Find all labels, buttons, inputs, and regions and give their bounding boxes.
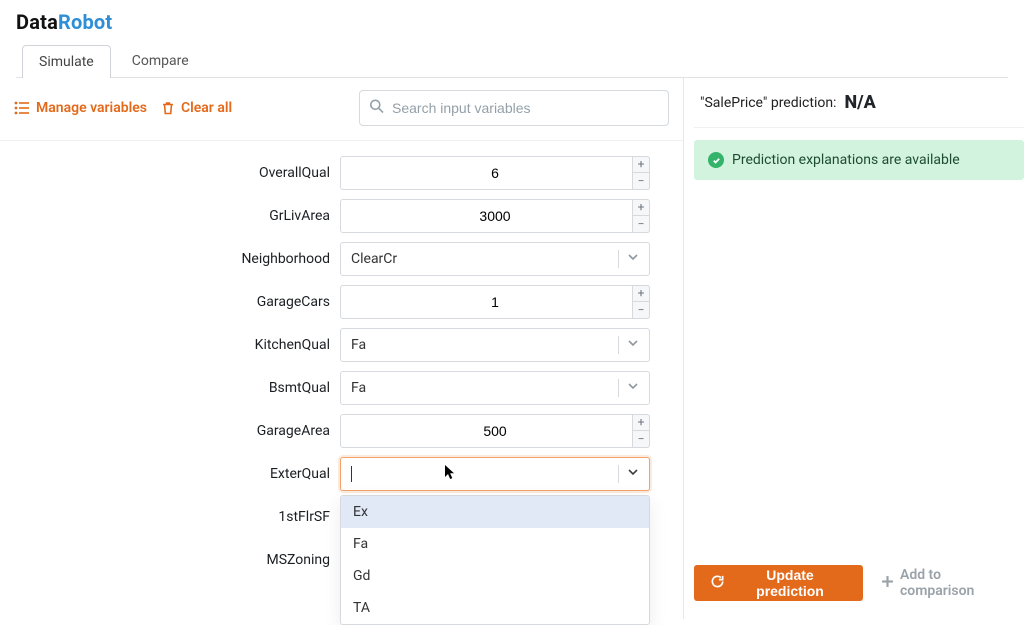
clear-all-label: Clear all (181, 100, 232, 116)
select-kitchenqual[interactable]: Fa (340, 328, 650, 362)
update-prediction-label: Update prediction (733, 567, 847, 599)
input-garagearea[interactable] (340, 414, 650, 448)
plus-icon (881, 575, 894, 592)
stepper-overallqual: + − (632, 156, 650, 190)
list-icon (14, 101, 30, 115)
tabs: Simulate Compare (16, 44, 1008, 78)
control-overallqual: + − (340, 156, 650, 190)
add-to-comparison-link[interactable]: Add to comparison (881, 567, 1014, 599)
step-up-grlivarea[interactable]: + (632, 199, 650, 217)
refresh-icon (710, 574, 725, 592)
left-panel: Manage variables Clear all OverallQual (0, 78, 684, 619)
content: Manage variables Clear all OverallQual (0, 78, 1024, 619)
chevron-down-icon (627, 337, 639, 353)
tab-compare[interactable]: Compare (115, 44, 206, 77)
label-overallqual: OverallQual (0, 165, 340, 181)
chevron-down-icon (627, 380, 639, 396)
row-garagearea: GarageArea + − (0, 409, 683, 452)
step-up-garagearea[interactable]: + (632, 414, 650, 432)
dropdown-exterqual: Ex Fa Gd TA (340, 495, 650, 625)
search-input[interactable] (359, 90, 669, 126)
row-bsmtqual: BsmtQual Fa (0, 366, 683, 409)
control-grlivarea: + − (340, 199, 650, 233)
input-garagecars[interactable] (340, 285, 650, 319)
select-value-exterqual (351, 465, 618, 481)
step-up-garagecars[interactable]: + (632, 285, 650, 303)
row-kitchenqual: KitchenQual Fa (0, 323, 683, 366)
manage-variables-label: Manage variables (36, 100, 147, 116)
logo: DataRobot (16, 10, 1008, 34)
right-footer: Update prediction Add to comparison (694, 565, 1024, 601)
stepper-garagearea: + − (632, 414, 650, 448)
step-down-garagearea[interactable]: − (632, 431, 650, 448)
variables-form: OverallQual + − GrLivArea + − (0, 141, 683, 581)
manage-variables-link[interactable]: Manage variables (14, 100, 147, 116)
step-down-grlivarea[interactable]: − (632, 216, 650, 233)
stepper-garagecars: + − (632, 285, 650, 319)
trash-icon (161, 101, 175, 115)
prediction-label: "SalePrice" prediction: (700, 95, 836, 111)
label-garagecars: GarageCars (0, 294, 340, 310)
label-mszoning: MSZoning (0, 552, 340, 568)
header: DataRobot Simulate Compare (0, 0, 1024, 78)
input-overallqual[interactable] (340, 156, 650, 190)
control-exterqual: Ex Fa Gd TA (340, 457, 650, 491)
label-grlivarea: GrLivArea (0, 208, 340, 224)
tab-simulate[interactable]: Simulate (22, 45, 111, 78)
check-circle-icon (708, 152, 724, 168)
row-garagecars: GarageCars + − (0, 280, 683, 323)
row-grlivarea: GrLivArea + − (0, 194, 683, 237)
label-kitchenqual: KitchenQual (0, 337, 340, 353)
control-neighborhood: ClearCr (340, 242, 650, 276)
step-down-overallqual[interactable]: − (632, 173, 650, 190)
label-neighborhood: Neighborhood (0, 251, 340, 267)
clear-all-link[interactable]: Clear all (161, 100, 232, 116)
row-neighborhood: Neighborhood ClearCr (0, 237, 683, 280)
logo-part2: Robot (58, 10, 112, 34)
select-value-neighborhood: ClearCr (351, 251, 618, 267)
control-kitchenqual: Fa (340, 328, 650, 362)
step-up-overallqual[interactable]: + (632, 156, 650, 174)
option-exterqual-1[interactable]: Fa (341, 528, 649, 560)
select-bsmtqual[interactable]: Fa (340, 371, 650, 405)
label-exterqual: ExterQual (0, 466, 340, 482)
control-garagecars: + − (340, 285, 650, 319)
row-overallqual: OverallQual + − (0, 151, 683, 194)
label-1stflrsf: 1stFlrSF (0, 509, 340, 525)
control-garagearea: + − (340, 414, 650, 448)
label-bsmtqual: BsmtQual (0, 380, 340, 396)
stepper-grlivarea: + − (632, 199, 650, 233)
input-grlivarea[interactable] (340, 199, 650, 233)
step-down-garagecars[interactable]: − (632, 302, 650, 319)
form-toolbar: Manage variables Clear all (0, 78, 683, 141)
prediction-header: "SalePrice" prediction: N/A (694, 78, 1024, 128)
row-exterqual: ExterQual Ex Fa Gd TA (0, 452, 683, 495)
add-to-comparison-label: Add to comparison (900, 567, 1014, 599)
chevron-down-icon (627, 251, 639, 267)
chevron-down-icon (627, 466, 639, 482)
text-caret (351, 466, 352, 482)
select-value-bsmtqual: Fa (351, 380, 618, 396)
label-garagearea: GarageArea (0, 423, 340, 439)
option-exterqual-0[interactable]: Ex (341, 496, 649, 528)
right-panel: "SalePrice" prediction: N/A Prediction e… (684, 78, 1024, 619)
update-prediction-button[interactable]: Update prediction (694, 565, 863, 601)
option-exterqual-2[interactable]: Gd (341, 560, 649, 592)
control-bsmtqual: Fa (340, 371, 650, 405)
logo-part1: Data (16, 10, 58, 34)
explanations-text: Prediction explanations are available (732, 152, 960, 168)
search-wrap (359, 90, 669, 126)
select-value-kitchenqual: Fa (351, 337, 618, 353)
select-neighborhood[interactable]: ClearCr (340, 242, 650, 276)
search-icon (369, 99, 384, 118)
select-exterqual[interactable] (340, 457, 650, 491)
prediction-value: N/A (844, 92, 875, 113)
explanations-alert: Prediction explanations are available (694, 140, 1024, 180)
